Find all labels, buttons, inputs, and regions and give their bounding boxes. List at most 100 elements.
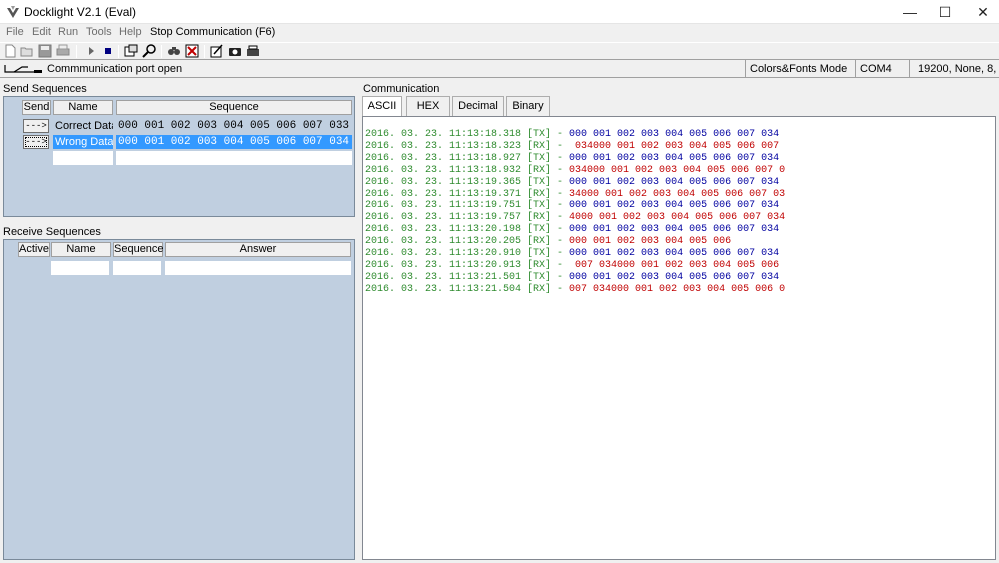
new-receive-name-cell[interactable] [51,261,109,275]
toolbar [0,42,999,60]
log-timestamp: 2016. 03. 23. 11:13:18.932 [RX] - [365,164,570,176]
new-sequence-data-cell[interactable] [116,151,352,165]
log-line: 2016. 03. 23. 11:13:19.751 [TX] - 000 00… [365,200,785,212]
log-tx-data: 000 001 002 003 004 005 006 007 034 [569,129,780,140]
receive-sequences-title: Receive Sequences [3,226,101,238]
log-tx-data: 000 001 002 003 004 005 006 007 034 [569,176,780,188]
log-tx-data: 000 001 002 003 004 005 006 007 034 [569,200,780,212]
toolbar-separator [204,45,205,58]
close-button[interactable]: ✕ [960,0,999,24]
log-timestamp: 2016. 03. 23. 11:13:19.751 [TX] - [365,200,570,212]
sequence-data-cell[interactable]: 000 001 002 003 004 005 006 007 034 [116,135,352,149]
new-icon[interactable] [3,44,17,58]
log-timestamp: 2016. 03. 23. 11:13:18.323 [RX] - [365,140,570,152]
log-tx-data: 000 001 002 003 004 005 006 007 034 [569,152,780,164]
log-line: 2016. 03. 23. 11:13:18.323 [RX] - 034000… [365,141,785,153]
log-line: 2016. 03. 23. 11:13:21.504 [RX] - 007 03… [365,284,785,296]
name-column-header: Name [51,242,111,257]
window-title: Docklight V2.1 (Eval) [24,5,137,19]
log-timestamp: 2016. 03. 23. 11:13:20.913 [RX] - [365,259,570,271]
sequence-name-cell[interactable]: Correct Data [53,119,113,133]
edit-icon[interactable] [210,44,224,58]
log-line: 2016. 03. 23. 11:13:20.205 [RX] - 000 00… [365,236,785,248]
log-timestamp: 2016. 03. 23. 11:13:21.501 [TX] - [365,271,570,283]
log-timestamp: 2016. 03. 23. 11:13:21.504 [RX] - [365,283,570,295]
title-bar: Docklight V2.1 (Eval) — ☐ ✕ [0,0,999,24]
send-sequences-panel: Send Name Sequence ---> Correct Data 000… [3,96,355,217]
port-status-text: Commmunication port open [47,63,183,75]
port-connected-icon [4,65,42,73]
log-line: 2016. 03. 23. 11:13:19.757 [RX] - 4000 0… [365,212,785,224]
sequence-name-cell[interactable]: Wrong Data [53,135,113,149]
new-receive-answer-cell[interactable] [165,261,351,275]
log-tx-data: 000 001 002 003 004 005 006 007 034 [569,248,780,260]
tab-decimal[interactable]: Decimal [452,96,504,116]
log-timestamp: 2016. 03. 23. 11:13:19.757 [RX] - [365,212,570,224]
log-tx-data: 000 001 002 003 004 005 006 007 034 [569,271,780,283]
display-mode-status: Colors&Fonts Mode [745,60,855,78]
answer-column-header: Answer [165,242,351,257]
tab-ascii[interactable]: ASCII [362,96,402,117]
active-column-header: Active [18,242,50,257]
menu-edit[interactable]: Edit [32,26,51,38]
sequence-column-header: Sequence [116,100,352,115]
sequence-column-header: Sequence [113,242,164,257]
log-timestamp: 2016. 03. 23. 11:13:19.365 [TX] - [365,176,570,188]
receive-sequences-panel: Active Name Sequence Answer [3,239,355,560]
docklight-logo-icon [7,6,19,18]
send-sequences-title: Send Sequences [3,83,87,95]
communication-window[interactable]: 2016. 03. 23. 11:13:18.318 [TX] - 000 00… [362,116,996,560]
status-bar: Commmunication port open Colors&Fonts Mo… [0,60,999,78]
tab-hex[interactable]: HEX [406,96,450,116]
clear-icon[interactable] [185,44,199,58]
menu-help[interactable]: Help [119,26,142,38]
menu-stop-communication[interactable]: Stop Communication (F6) [150,26,275,38]
name-column-header: Name [53,100,113,115]
log-rx-data: 000 001 002 003 004 005 006 [569,236,732,248]
open-icon[interactable] [20,44,34,58]
port-settings-icon[interactable] [124,44,138,58]
log-timestamp: 2016. 03. 23. 11:13:19.371 [RX] - [365,188,570,200]
communication-title: Communication [363,83,440,95]
log-line: 2016. 03. 23. 11:13:18.318 [TX] - 000 00… [365,129,785,141]
new-sequence-name-cell[interactable] [53,151,113,165]
log-rx-data: 34000 001 002 003 004 005 006 007 03 [569,188,786,200]
new-receive-sequence-cell[interactable] [113,261,161,275]
play-icon[interactable] [84,44,98,58]
log-rx-data: 4000 001 002 003 004 005 006 007 034 [569,212,786,224]
save-icon[interactable] [38,44,52,58]
log-timestamp: 2016. 03. 23. 11:13:20.198 [TX] - [365,224,570,236]
log-line: 2016. 03. 23. 11:13:19.371 [RX] - 34000 … [365,189,785,201]
communication-log: 2016. 03. 23. 11:13:18.318 [TX] - 000 00… [365,129,785,296]
log-rx-data: 007 034000 001 002 003 004 005 006 [569,259,780,271]
toolbar-separator [118,45,119,58]
stop-icon[interactable] [101,44,115,58]
send-button[interactable]: ---> [23,119,49,133]
log-timestamp: 2016. 03. 23. 11:13:18.927 [TX] - [365,152,570,164]
menu-file[interactable]: File [6,26,24,38]
log-line: 2016. 03. 23. 11:13:20.198 [TX] - 000 00… [365,224,785,236]
log-rx-data: 034000 001 002 003 004 005 006 007 [569,140,780,152]
log-line: 2016. 03. 23. 11:13:18.932 [RX] - 034000… [365,165,785,177]
snapshot-icon[interactable] [228,44,242,58]
log-line: 2016. 03. 23. 11:13:20.910 [TX] - 000 00… [365,248,785,260]
menu-bar: File Edit Run Tools Help Stop Communicat… [0,24,999,42]
menu-tools[interactable]: Tools [86,26,112,38]
menu-run[interactable]: Run [58,26,78,38]
com-port-status: COM4 [855,60,909,78]
log-rx-data: 007 034000 001 002 003 004 005 006 0 [569,283,786,295]
toolbar-separator [76,45,77,58]
search-icon[interactable] [167,44,181,58]
keyboard-icon[interactable] [142,44,156,58]
tab-binary[interactable]: Binary [506,96,550,116]
send-column-header: Send [22,100,51,115]
log-timestamp: 2016. 03. 23. 11:13:18.318 [TX] - [365,129,570,140]
send-button[interactable]: ---> [23,135,49,149]
log-timestamp: 2016. 03. 23. 11:13:20.910 [TX] - [365,248,570,260]
port-settings-status: 19200, None, 8, 1 [909,60,999,78]
log-line: 2016. 03. 23. 11:13:20.913 [RX] - 007 03… [365,260,785,272]
console-icon[interactable] [246,44,260,58]
print-icon[interactable] [56,44,70,58]
sequence-data-cell[interactable]: 000 001 002 003 004 005 006 007 033 [116,119,352,133]
log-tx-data: 000 001 002 003 004 005 006 007 034 [569,224,780,236]
